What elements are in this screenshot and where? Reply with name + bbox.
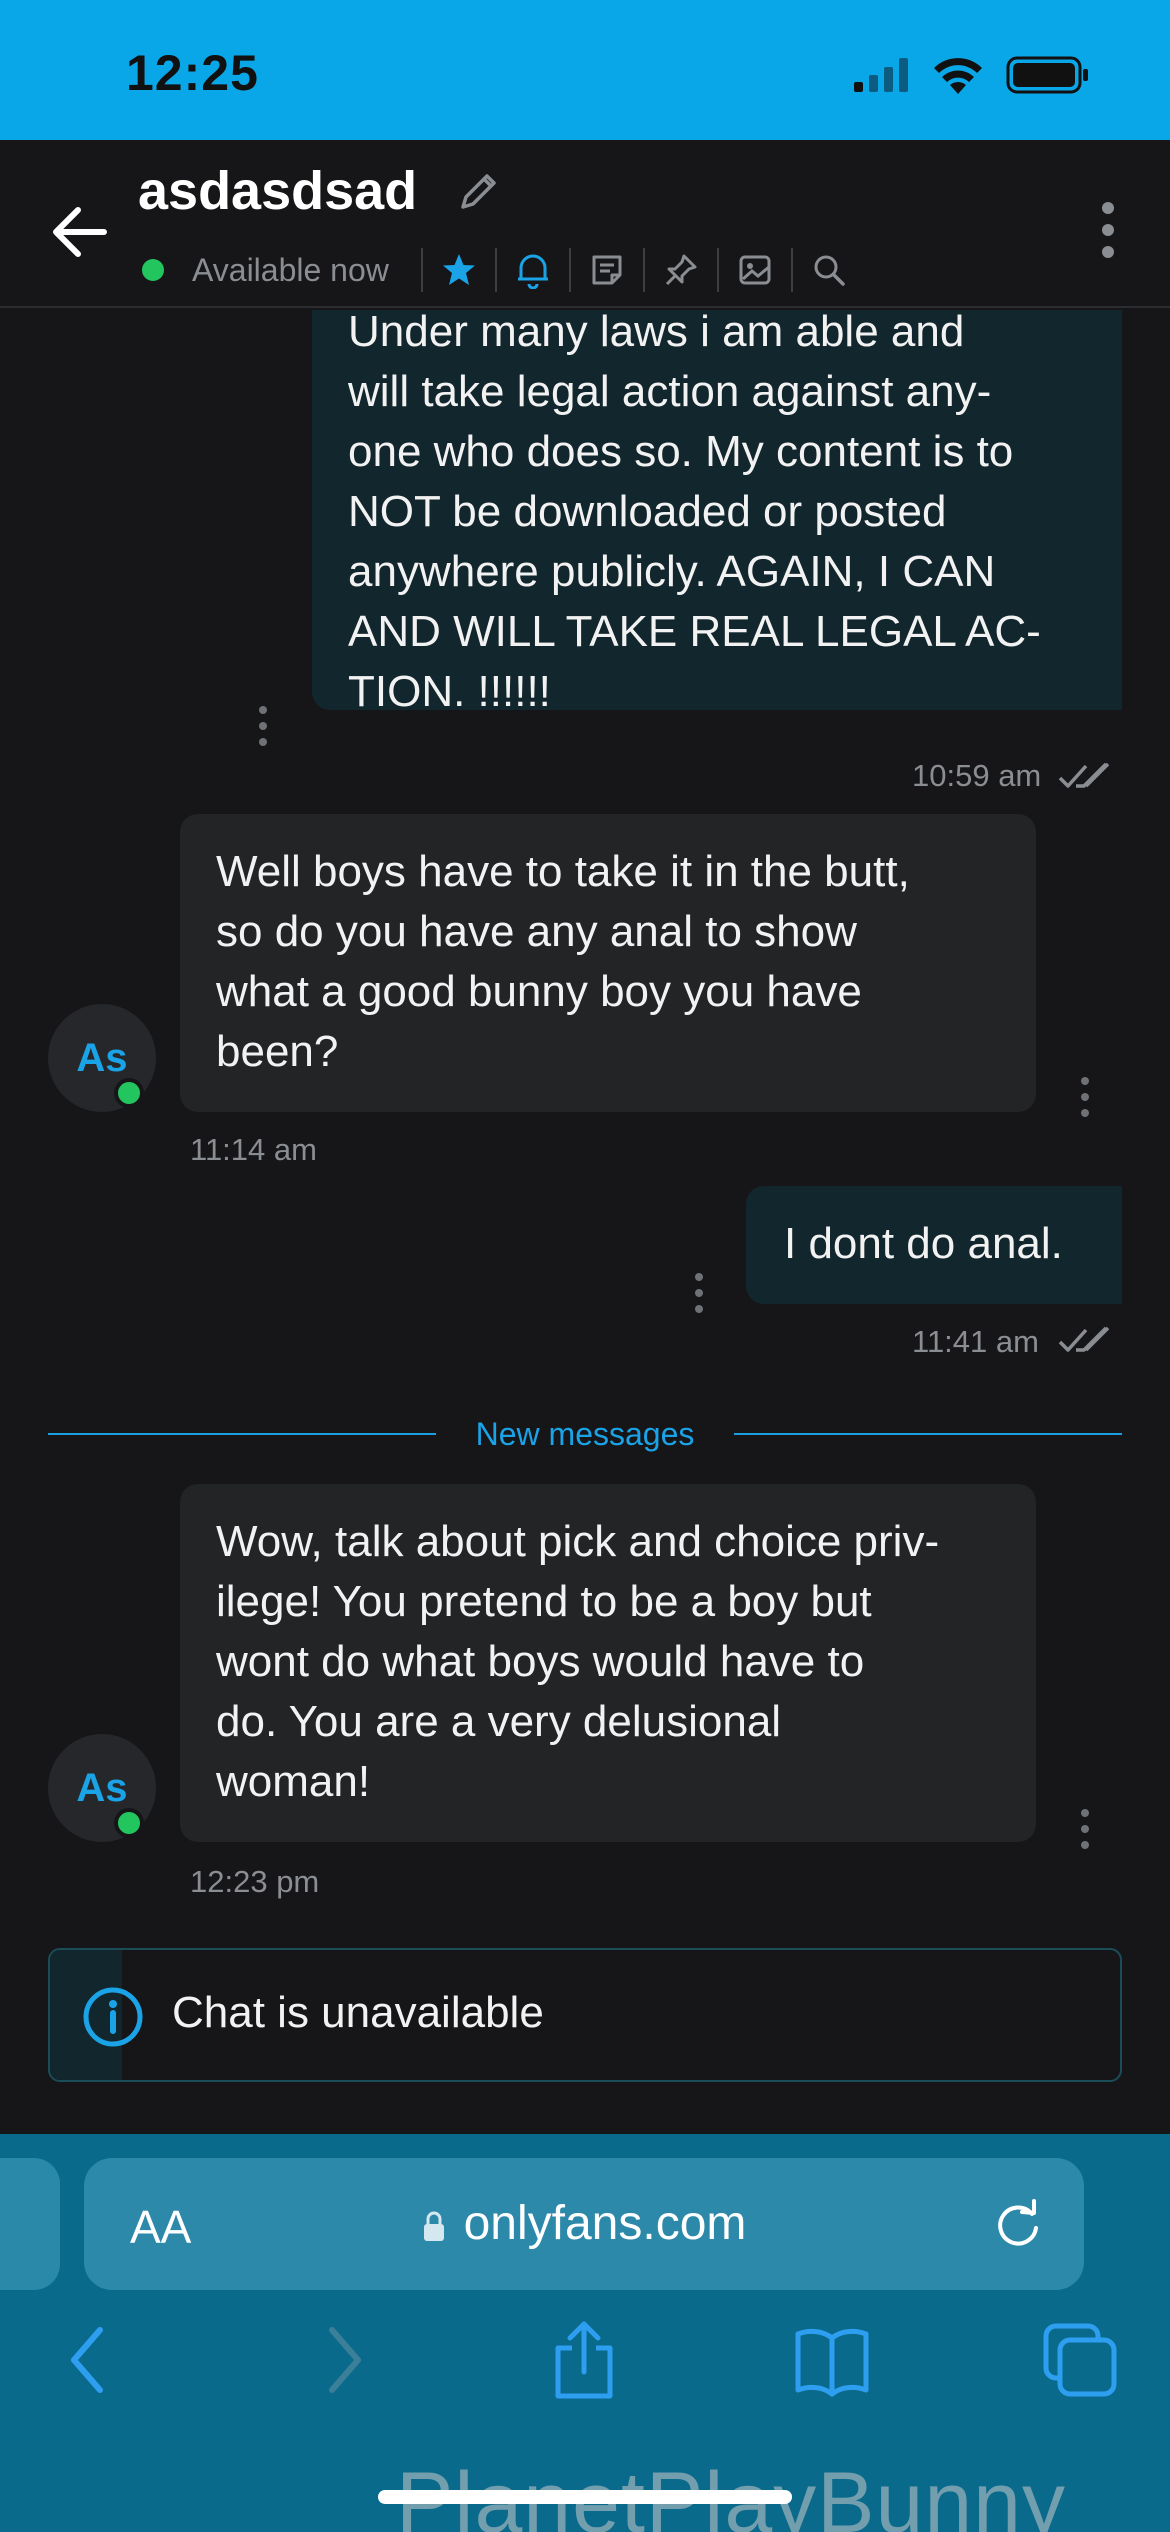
battery-icon xyxy=(1006,56,1088,94)
browser-forward-icon[interactable] xyxy=(318,2320,368,2400)
bell-icon[interactable] xyxy=(511,248,555,292)
home-indicator[interactable] xyxy=(378,2490,792,2504)
avatar-online-dot xyxy=(114,1808,144,1838)
cellular-signal-icon xyxy=(854,58,908,92)
status-time: 12:25 xyxy=(126,45,259,101)
message-line: do. You are a very delusional xyxy=(216,1697,782,1746)
search-icon[interactable] xyxy=(807,248,851,292)
availability-status: Available now xyxy=(192,251,389,288)
message-line: Under many laws i am able and xyxy=(348,310,965,356)
message-line: anywhere publicly. AGAIN, I CAN xyxy=(348,547,996,596)
wifi-icon xyxy=(934,58,982,94)
read-receipt-icon xyxy=(1058,762,1110,788)
message-line: been? xyxy=(216,1027,339,1076)
pin-icon[interactable] xyxy=(659,248,703,292)
tabs-icon[interactable] xyxy=(1040,2320,1120,2400)
header-toolbar: Available now xyxy=(138,240,851,300)
reload-icon[interactable] xyxy=(992,2198,1044,2250)
browser-back-icon[interactable] xyxy=(64,2320,114,2400)
message-bubble-incoming[interactable]: Well boys have to take it in the butt, s… xyxy=(180,814,1036,1112)
message-time: 11:41 am xyxy=(912,1324,1039,1359)
more-vertical-icon[interactable] xyxy=(1096,200,1120,260)
message-time: 10:59 am xyxy=(912,758,1042,793)
url-display[interactable]: onlyfans.com xyxy=(84,2196,1084,2251)
lock-icon xyxy=(423,2211,444,2241)
avatar[interactable]: As xyxy=(48,1004,156,1112)
message-options-icon[interactable] xyxy=(1078,1076,1092,1118)
chat-user-name[interactable]: asdasdsad xyxy=(138,160,417,222)
note-icon[interactable] xyxy=(585,248,629,292)
message-line: NOT be downloaded or posted xyxy=(348,487,947,536)
message-line: one who does so. My content is to xyxy=(348,427,1014,476)
chat-unavailable-notice: Chat is unavailable xyxy=(48,1948,1122,2082)
url-text: onlyfans.com xyxy=(463,2197,747,2250)
message-bubble-incoming[interactable]: Wow, talk about pick and choice priv- il… xyxy=(180,1484,1036,1842)
notice-text: Chat is unavailable xyxy=(172,1988,544,2037)
previous-tab-preview[interactable] xyxy=(0,2158,60,2290)
chat-header: asdasdsad Available now xyxy=(0,140,1170,308)
read-receipt-icon xyxy=(1058,1326,1110,1352)
message-line: wont do what boys would have to xyxy=(216,1637,865,1686)
message-time: 12:23 pm xyxy=(190,1864,320,1899)
message-line: what a good bunny boy you have xyxy=(216,967,862,1016)
address-bar[interactable]: AA onlyfans.com xyxy=(84,2158,1084,2290)
message-line: ilege! You pretend to be a boy but xyxy=(216,1577,872,1626)
message-line: I dont do anal. xyxy=(784,1219,1063,1268)
message-clip: Under many laws i am able and will take … xyxy=(0,310,1170,740)
status-icons xyxy=(854,56,1090,94)
status-bar: 12:25 xyxy=(0,0,1170,140)
message-line: TION. !!!!!! xyxy=(348,667,551,716)
message-line: Well boys have to take it in the butt, xyxy=(216,847,910,896)
name-row: asdasdsad xyxy=(138,160,501,222)
message-bubble-outgoing[interactable]: Under many laws i am able and will take … xyxy=(312,310,1122,716)
message-line: woman! xyxy=(216,1757,371,1806)
back-arrow-icon[interactable] xyxy=(48,200,112,264)
bookmarks-icon[interactable] xyxy=(792,2320,872,2400)
edit-pencil-icon[interactable] xyxy=(457,169,501,213)
message-options-icon[interactable] xyxy=(1078,1808,1092,1850)
message-line: so do you have any anal to show xyxy=(216,907,857,956)
avatar-online-dot xyxy=(114,1078,144,1108)
avatar[interactable]: As xyxy=(48,1734,156,1842)
message-time: 11:14 am xyxy=(190,1132,317,1167)
message-line: Wow, talk about pick and choice priv- xyxy=(216,1517,940,1566)
info-icon xyxy=(83,1987,143,2047)
message-line: AND WILL TAKE REAL LEGAL AC- xyxy=(348,607,1041,656)
image-icon[interactable] xyxy=(733,248,777,292)
new-messages-divider: New messages xyxy=(48,1412,1122,1456)
message-options-icon[interactable] xyxy=(256,705,270,747)
new-messages-label: New messages xyxy=(475,1416,695,1452)
star-icon[interactable] xyxy=(437,248,481,292)
share-icon[interactable] xyxy=(548,2320,620,2400)
message-options-icon[interactable] xyxy=(692,1272,706,1314)
online-dot xyxy=(142,259,164,281)
message-bubble-outgoing[interactable]: I dont do anal. xyxy=(746,1186,1122,1304)
message-line: will take legal action against any- xyxy=(348,367,992,416)
